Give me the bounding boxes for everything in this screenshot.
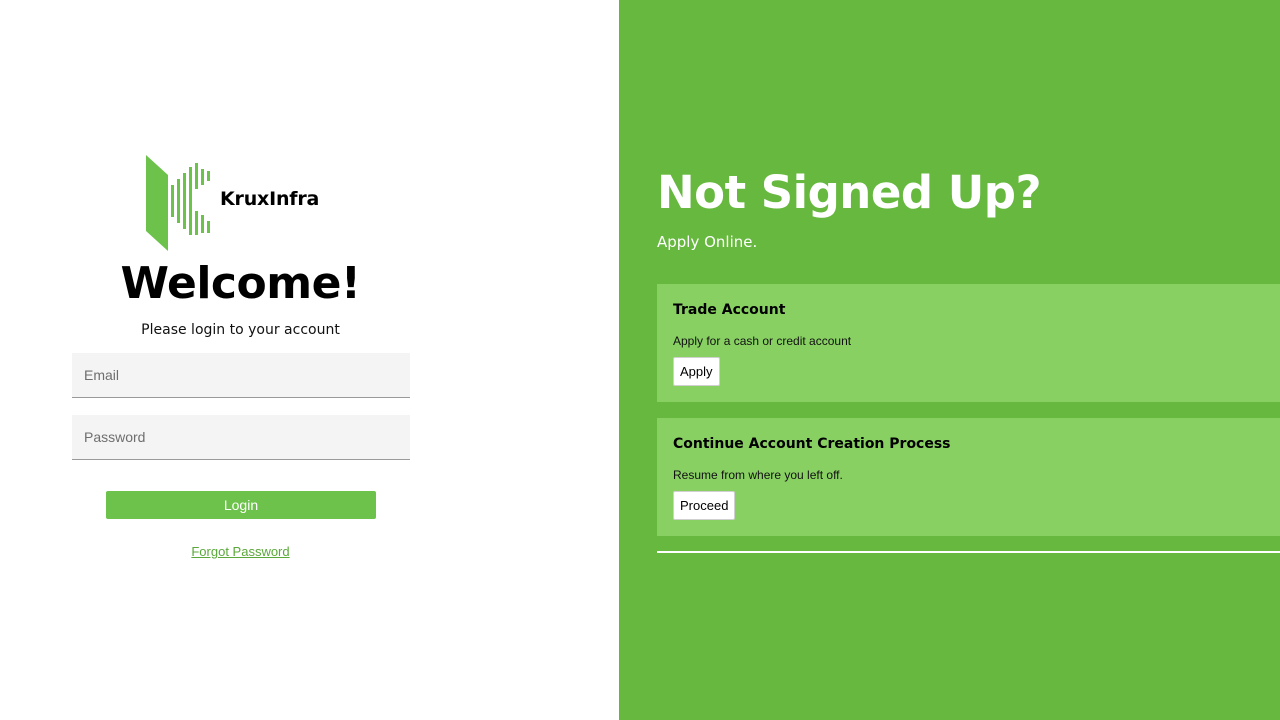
continue-account-card: Continue Account Creation Process Resume… bbox=[657, 418, 1280, 536]
login-subtitle: Please login to your account bbox=[141, 322, 340, 338]
email-field[interactable] bbox=[72, 353, 410, 398]
divider bbox=[657, 551, 1280, 553]
signup-panel: Not Signed Up? Apply Online. Trade Accou… bbox=[619, 0, 1280, 720]
card-title: Continue Account Creation Process bbox=[673, 436, 951, 452]
kruxinfra-logo-icon bbox=[146, 155, 210, 251]
trade-account-card: Trade Account Apply for a cash or credit… bbox=[657, 284, 1280, 402]
card-description: Apply for a cash or credit account bbox=[673, 334, 852, 348]
brand-logo: KruxInfra bbox=[144, 153, 344, 253]
card-description: Resume from where you left off. bbox=[673, 468, 843, 482]
apply-button[interactable]: Apply bbox=[673, 357, 720, 386]
signup-heading: Not Signed Up? bbox=[657, 166, 1042, 219]
welcome-heading: Welcome! bbox=[120, 258, 361, 309]
login-panel: KruxInfra Welcome! Please login to your … bbox=[0, 0, 619, 720]
forgot-password-wrapper: Forgot Password bbox=[0, 544, 481, 559]
password-field[interactable] bbox=[72, 415, 410, 460]
proceed-button[interactable]: Proceed bbox=[673, 491, 736, 520]
card-title: Trade Account bbox=[673, 302, 786, 318]
signup-subheading: Apply Online. bbox=[657, 233, 758, 251]
brand-name: KruxInfra bbox=[220, 188, 320, 210]
login-button[interactable]: Login bbox=[106, 491, 376, 519]
forgot-password-link[interactable]: Forgot Password bbox=[191, 544, 289, 559]
